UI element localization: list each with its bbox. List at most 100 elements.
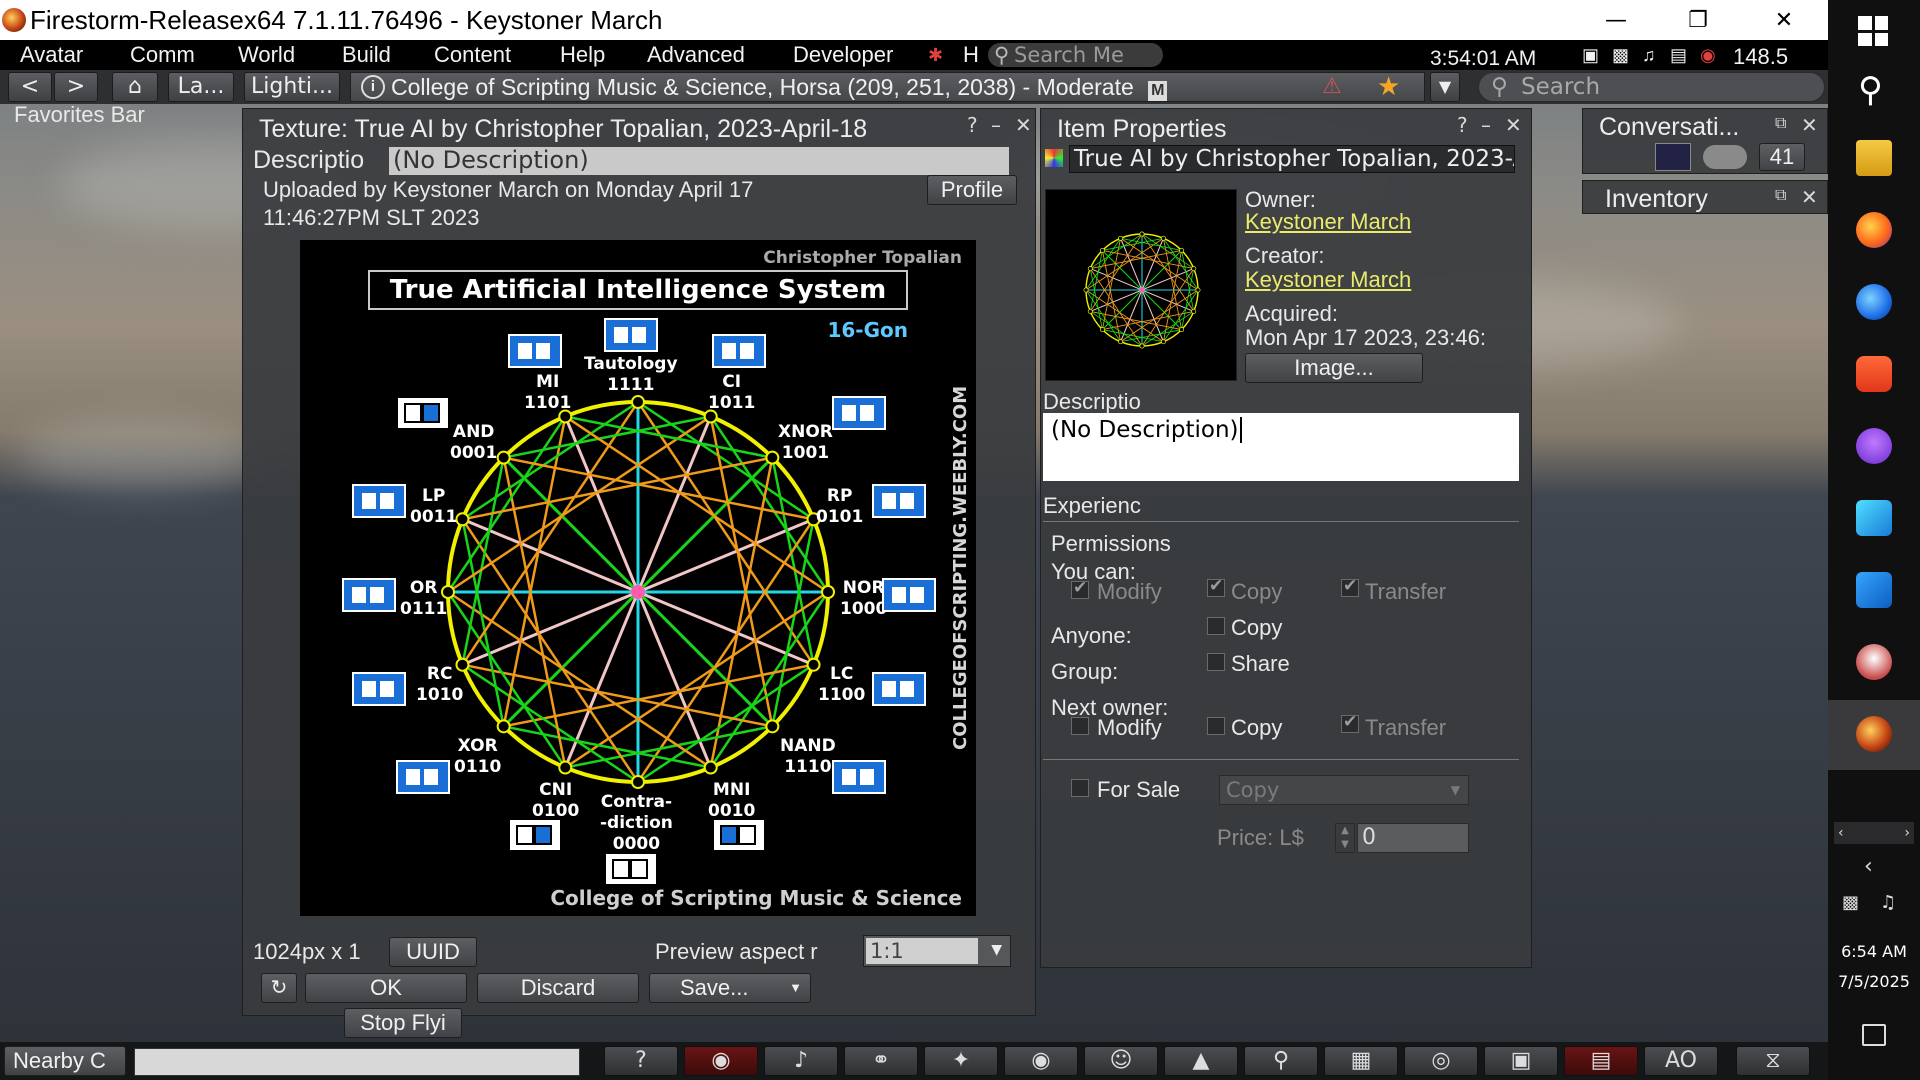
minimize-icon[interactable]: –	[991, 113, 1001, 137]
inventory-icon[interactable]: ▤	[1564, 1046, 1638, 1076]
help-icon[interactable]: ?	[967, 113, 978, 137]
search-icon[interactable]: ⚲	[1244, 1046, 1318, 1076]
menu-help[interactable]: Help	[560, 40, 605, 70]
network-icon[interactable]: ▩	[1842, 892, 1859, 913]
mute-icon[interactable]: ⧖	[1736, 1046, 1810, 1076]
item-name-field[interactable]: True AI by Christopher Topalian, 2023-A	[1069, 145, 1515, 173]
busy-icon[interactable]: ✱	[928, 40, 943, 70]
creator-name-link[interactable]: Keystoner March	[1245, 267, 1411, 293]
people-icon[interactable]: ☺	[1084, 1046, 1158, 1076]
search-input[interactable]: ⚲ Search	[1478, 72, 1825, 102]
menu-developer[interactable]: Developer	[793, 40, 893, 70]
media-icon[interactable]: ▤	[1670, 40, 1687, 70]
anyone-copy-checkbox[interactable]	[1207, 617, 1225, 635]
you-modify-checkbox[interactable]	[1071, 578, 1089, 599]
ao-button[interactable]: AO	[1644, 1046, 1718, 1076]
camera-icon[interactable]: ▣	[1582, 40, 1599, 70]
chevron-right-icon[interactable]: ›	[1904, 822, 1910, 844]
price-spinner[interactable]: ▲ ▼	[1335, 823, 1355, 853]
you-transfer-checkbox[interactable]	[1341, 576, 1359, 597]
location-dropdown-icon[interactable]: ▼	[1430, 72, 1460, 102]
price-input[interactable]: 0	[1357, 823, 1469, 853]
volume-icon[interactable]: ♫	[1880, 892, 1896, 913]
volume-muted-icon[interactable]: ◉	[1700, 40, 1716, 70]
windsurf-icon[interactable]	[1856, 500, 1892, 536]
paint-icon[interactable]	[1856, 644, 1892, 680]
ok-button[interactable]: OK	[305, 973, 467, 1003]
menu-search-input[interactable]: ⚲ Search Me	[988, 43, 1163, 67]
restore-button[interactable]: ❐	[1670, 0, 1726, 40]
lighting-button[interactable]: Lighti...	[244, 72, 340, 102]
refresh-button[interactable]: ↻	[261, 973, 297, 1003]
tor-browser-icon[interactable]	[1856, 428, 1892, 464]
taskbar-date[interactable]: 7/5/2025	[1828, 972, 1920, 991]
notifications-icon[interactable]	[1862, 1024, 1886, 1046]
chat-input[interactable]	[134, 1048, 580, 1076]
info-icon[interactable]: i	[361, 75, 385, 99]
close-icon[interactable]: ✕	[1801, 185, 1818, 209]
speak-icon[interactable]: ⚭	[844, 1046, 918, 1076]
menu-comm[interactable]: Comm	[130, 40, 195, 70]
preview-aspect-select[interactable]: 1:1 ▼	[863, 935, 1011, 967]
minimize-button[interactable]: —	[1588, 0, 1644, 40]
undock-icon[interactable]: ⧉	[1775, 185, 1786, 205]
view-icon[interactable]: ◉	[1004, 1046, 1078, 1076]
inventory-title[interactable]: Inventory	[1605, 185, 1708, 214]
stop-flying-button[interactable]: Stop Flyi	[344, 1008, 462, 1038]
close-icon[interactable]: ✕	[1505, 113, 1522, 137]
home-button[interactable]: ⌂	[112, 72, 158, 102]
menu-avatar[interactable]: Avatar	[20, 40, 83, 70]
conversations-title[interactable]: Conversati...	[1599, 113, 1739, 142]
uuid-button[interactable]: UUID	[389, 937, 477, 967]
taskbar-time[interactable]: 6:54 AM	[1828, 942, 1920, 961]
favorite-star-icon[interactable]: ★	[1377, 72, 1400, 102]
voice-icon[interactable]: ♪	[764, 1046, 838, 1076]
close-icon[interactable]: ✕	[1015, 113, 1032, 137]
for-sale-checkbox[interactable]	[1071, 779, 1089, 797]
group-share-checkbox[interactable]	[1207, 653, 1225, 671]
taskbar-scroll[interactable]: ‹ ›	[1834, 822, 1914, 844]
map-icon[interactable]: ▦	[1324, 1046, 1398, 1076]
firestorm-icon[interactable]	[1856, 716, 1892, 752]
next-copy-checkbox[interactable]	[1207, 717, 1225, 735]
owner-name-link[interactable]: Keystoner March	[1245, 209, 1411, 235]
music-icon[interactable]: ♫	[1642, 40, 1656, 70]
file-explorer-icon[interactable]	[1856, 140, 1892, 176]
landmarks-button[interactable]: La...	[168, 72, 234, 102]
appearance-icon[interactable]: ▲	[1164, 1046, 1238, 1076]
conversation-tab-thumbnail[interactable]	[1655, 143, 1691, 171]
snapshot-icon[interactable]: ▣	[1484, 1046, 1558, 1076]
undock-icon[interactable]: ⧉	[1775, 113, 1786, 133]
move-icon[interactable]: ✦	[924, 1046, 998, 1076]
h-label[interactable]: H	[963, 40, 979, 70]
chevron-left-icon[interactable]: ‹	[1838, 822, 1844, 844]
nearby-chat-tab-icon[interactable]	[1703, 145, 1747, 169]
back-button[interactable]: <	[8, 72, 52, 102]
monitor-icon[interactable]: ▩	[1612, 40, 1629, 70]
windows-start-icon[interactable]	[1858, 16, 1888, 46]
menu-content[interactable]: Content	[434, 40, 511, 70]
next-modify-checkbox[interactable]	[1071, 717, 1089, 735]
description-textarea[interactable]: (No Description)	[1043, 413, 1519, 481]
minimize-icon[interactable]: –	[1481, 113, 1491, 137]
menu-world[interactable]: World	[238, 40, 295, 70]
nearby-chat-button[interactable]: Nearby C	[4, 1046, 126, 1076]
menu-build[interactable]: Build	[342, 40, 391, 70]
firefox-nightly-icon[interactable]	[1856, 284, 1892, 320]
image-button[interactable]: Image...	[1245, 353, 1423, 383]
firefox-icon[interactable]	[1856, 212, 1892, 248]
profile-button[interactable]: Profile	[927, 175, 1017, 205]
vscode-icon[interactable]	[1856, 572, 1892, 608]
menu-advanced[interactable]: Advanced	[647, 40, 745, 70]
chevron-left-icon[interactable]: ‹	[1864, 854, 1873, 879]
brave-icon[interactable]	[1856, 356, 1892, 392]
save-button[interactable]: Save... ▼	[649, 973, 811, 1003]
help-icon[interactable]: ?	[604, 1046, 678, 1076]
chat-icon[interactable]: ◉	[684, 1046, 758, 1076]
close-icon[interactable]: ✕	[1801, 113, 1818, 137]
help-icon[interactable]: ?	[1457, 113, 1468, 137]
forward-button[interactable]: >	[54, 72, 98, 102]
search-icon[interactable]: ⚲	[1858, 70, 1883, 110]
places-icon[interactable]: ◎	[1404, 1046, 1478, 1076]
discard-button[interactable]: Discard	[477, 973, 639, 1003]
